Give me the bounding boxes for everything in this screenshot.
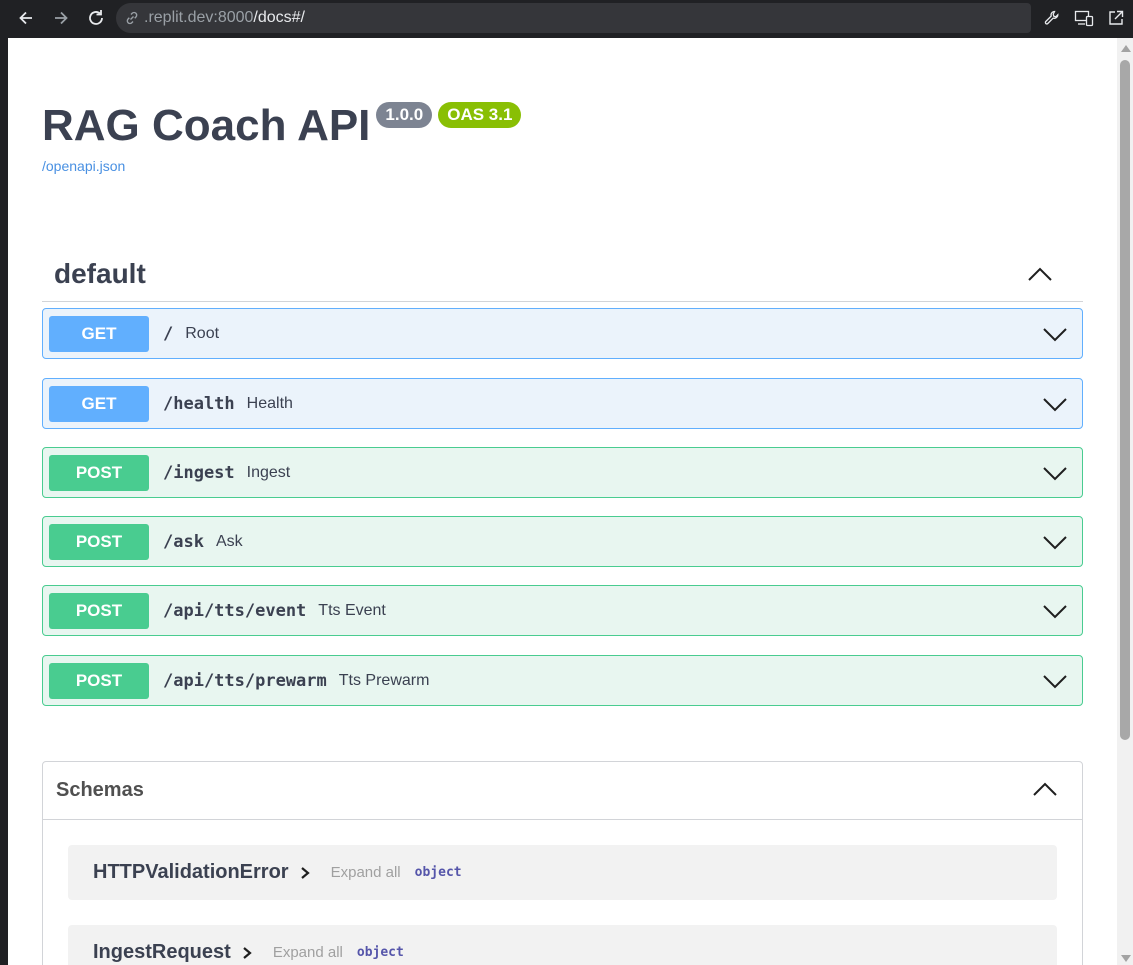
operation-summary: Health	[246, 394, 293, 412]
scroll-up-arrow-icon[interactable]	[1121, 45, 1131, 52]
operation-summary: Root	[185, 324, 220, 342]
method-badge: GET	[49, 385, 149, 422]
chevron-up-icon[interactable]	[1032, 777, 1058, 803]
oas-badge: OAS 3.1	[438, 102, 522, 128]
chevron-right-icon[interactable]	[241, 946, 253, 960]
operation-path: /ingest	[163, 462, 235, 483]
scrollbar-thumb[interactable]	[1120, 60, 1130, 740]
chevron-right-icon[interactable]	[299, 866, 311, 880]
operation-path: /	[163, 323, 174, 344]
operation-summary: Tts Event	[318, 601, 386, 619]
chevron-up-icon[interactable]	[1027, 262, 1053, 288]
operation-post-tts-prewarm[interactable]: POST /api/tts/prewarm Tts Prewarm	[42, 655, 1083, 706]
model-type: object	[356, 945, 404, 960]
operation-path: /health	[163, 393, 235, 414]
openapi-json-link[interactable]: /openapi.json	[42, 158, 125, 174]
open-external-icon[interactable]	[1104, 6, 1128, 30]
chevron-down-icon[interactable]	[1042, 321, 1068, 347]
method-badge: POST	[49, 454, 149, 491]
expand-all-button[interactable]: Expand all	[273, 944, 343, 961]
tag-section-default[interactable]: default	[42, 246, 1083, 302]
model-name: HTTPValidationError	[93, 861, 289, 883]
address-bar[interactable]: .replit.dev:8000 /docs#/	[116, 3, 1031, 33]
wrench-icon[interactable]	[1040, 6, 1064, 30]
api-title: RAG Coach API	[42, 101, 371, 150]
model-name: IngestRequest	[93, 941, 231, 963]
url-path: /docs#/	[253, 9, 305, 26]
link-icon	[124, 10, 140, 26]
chevron-down-icon[interactable]	[1042, 460, 1068, 486]
operation-path: /api/tts/event	[163, 600, 307, 621]
operation-get-root[interactable]: GET / Root	[42, 308, 1083, 359]
schemas-section: Schemas HTTPValidationError Expand all o…	[42, 761, 1083, 965]
model-ingestrequest[interactable]: IngestRequest Expand all object	[68, 925, 1057, 965]
operation-post-ask[interactable]: POST /ask Ask	[42, 516, 1083, 567]
expand-all-button[interactable]: Expand all	[331, 864, 401, 881]
tag-title: default	[54, 257, 146, 289]
chevron-down-icon[interactable]	[1042, 391, 1068, 417]
operation-summary: Ingest	[246, 463, 291, 481]
model-type: object	[414, 865, 462, 880]
api-info: RAG Coach API 1.0.0 OAS 3.1	[42, 100, 522, 152]
schemas-header[interactable]: Schemas	[43, 762, 1082, 820]
operation-path: /api/tts/prewarm	[163, 670, 327, 691]
method-badge: GET	[49, 315, 149, 352]
back-icon[interactable]	[12, 5, 40, 31]
browser-toolbar: .replit.dev:8000 /docs#/	[0, 0, 1133, 38]
forward-icon[interactable]	[47, 5, 75, 31]
reload-icon[interactable]	[82, 5, 110, 31]
operation-summary: Tts Prewarm	[338, 671, 430, 689]
devices-icon[interactable]	[1072, 6, 1096, 30]
operation-post-ingest[interactable]: POST /ingest Ingest	[42, 447, 1083, 498]
operation-get-health[interactable]: GET /health Health	[42, 378, 1083, 429]
chevron-down-icon[interactable]	[1042, 668, 1068, 694]
operation-path: /ask	[163, 531, 204, 552]
scroll-down-arrow-icon[interactable]	[1121, 955, 1131, 962]
model-httpvalidationerror[interactable]: HTTPValidationError Expand all object	[68, 845, 1057, 900]
operation-summary: Ask	[215, 532, 243, 550]
method-badge: POST	[49, 662, 149, 699]
method-badge: POST	[49, 592, 149, 629]
page-viewport: RAG Coach API 1.0.0 OAS 3.1 /openapi.jso…	[8, 38, 1133, 965]
url-host: .replit.dev:8000	[144, 9, 254, 26]
chevron-down-icon[interactable]	[1042, 529, 1068, 555]
operation-post-tts-event[interactable]: POST /api/tts/event Tts Event	[42, 585, 1083, 636]
method-badge: POST	[49, 523, 149, 560]
schemas-title: Schemas	[56, 779, 144, 801]
version-badge: 1.0.0	[376, 102, 433, 128]
chevron-down-icon[interactable]	[1042, 598, 1068, 624]
vertical-scrollbar[interactable]	[1117, 38, 1133, 965]
